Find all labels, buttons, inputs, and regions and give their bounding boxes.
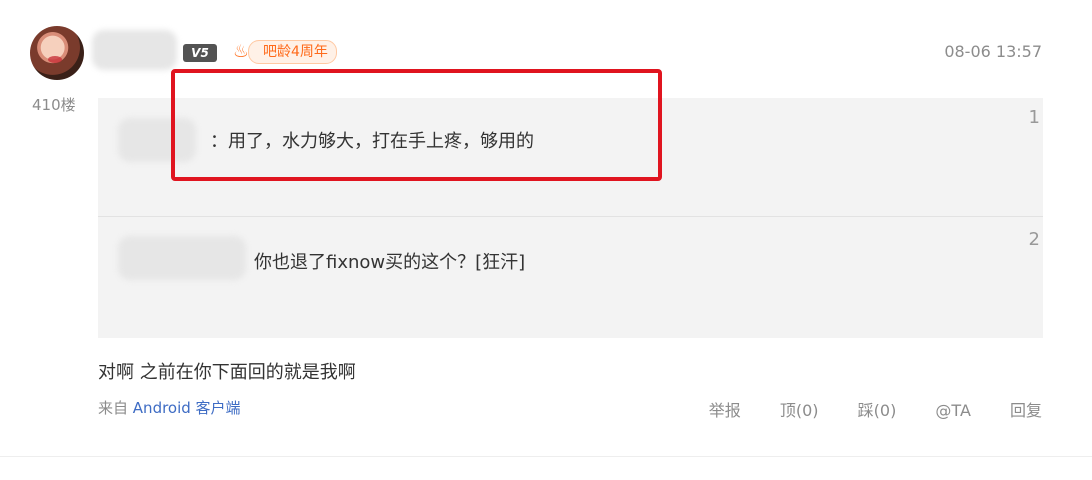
highlight-annotation xyxy=(171,69,662,181)
comment-text: 对啊 之前在你下面回的就是我啊 xyxy=(98,362,356,383)
user-avatar[interactable] xyxy=(30,26,84,80)
anniversary-badge: 吧龄4周年 xyxy=(248,40,337,64)
upvote-button[interactable]: 顶(0) xyxy=(780,401,819,420)
post-timestamp: 08-06 13:57 xyxy=(944,42,1042,61)
reply-2-text: 你也退了fixnow买的这个？[狂汗] xyxy=(254,252,526,273)
bottom-divider xyxy=(0,456,1092,457)
level-badge: V5 xyxy=(183,44,217,62)
reply-2-username-redacted[interactable] xyxy=(118,236,246,280)
mention-button[interactable]: @TA xyxy=(935,401,970,420)
floor-number: 410楼 xyxy=(32,96,76,114)
report-button[interactable]: 举报 xyxy=(709,401,741,420)
comment-actions: 举报 顶(0) 踩(0) @TA 回复 xyxy=(675,397,1042,421)
downvote-button[interactable]: 踩(0) xyxy=(858,401,897,420)
source-prefix: 来自 xyxy=(98,399,129,417)
post-source: 来自 Android 客户端 xyxy=(98,397,241,418)
reply-2-number: 2 xyxy=(1028,229,1040,250)
username-redacted[interactable] xyxy=(92,30,177,70)
reply-divider xyxy=(98,216,1043,217)
reply-1-number: 1 xyxy=(1028,107,1040,128)
reply-button[interactable]: 回复 xyxy=(1010,401,1042,420)
source-client-link[interactable]: Android 客户端 xyxy=(133,399,241,417)
